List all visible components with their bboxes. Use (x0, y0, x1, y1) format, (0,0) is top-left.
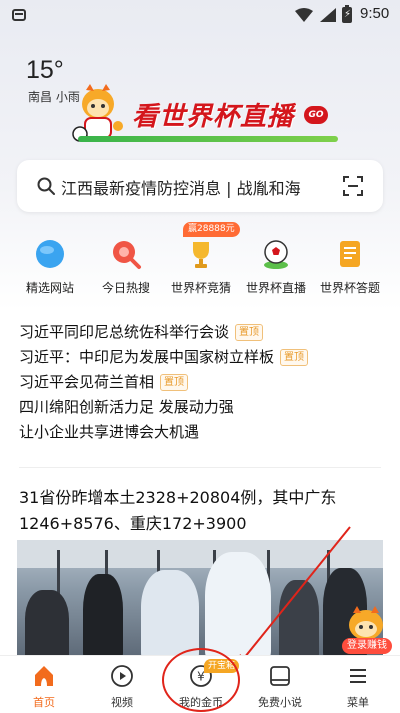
news-item[interactable]: 习近平会见荷兰首相 置顶 (19, 370, 379, 395)
status-time: 9:50 (360, 5, 390, 22)
news-item[interactable]: 让小企业共享进博会大机遇 (19, 420, 379, 445)
book-icon (270, 666, 290, 686)
news-title: 让小企业共享进博会大机遇 (19, 423, 200, 441)
nav-label: 免费小说 (258, 696, 302, 709)
notification-icon (12, 9, 26, 21)
quick-link-world-cup-live[interactable]: 世界杯直播 (236, 230, 316, 300)
quick-link-world-cup-guess[interactable]: 世界杯竞猜 (161, 230, 241, 300)
globe-icon (36, 240, 64, 268)
news-title: 习近平：中印尼为发展中国家树立样板 (19, 348, 275, 366)
quick-link-label: 今日热搜 (101, 281, 150, 295)
nav-label: 视频 (111, 696, 133, 709)
photo-person (83, 574, 123, 662)
quick-link-label: 世界杯竞猜 (170, 281, 231, 295)
nav-video[interactable]: 视频 (82, 656, 162, 713)
football-icon (264, 240, 288, 269)
quick-link-selected-sites[interactable]: 精选网站 (10, 230, 90, 300)
pinned-tag: 置顶 (160, 374, 189, 391)
prize-badge: 赢28888元 (183, 222, 240, 237)
battery-icon: ⚡ (342, 5, 352, 23)
signal-icon (320, 8, 336, 22)
nav-label: 菜单 (347, 696, 369, 709)
quick-link-label: 世界杯答题 (319, 281, 380, 295)
news-title: 四川绵阳创新活力足 发展动力强 (19, 398, 234, 416)
section-divider (19, 467, 381, 468)
banner-go-badge: GO (304, 106, 328, 124)
quiz-icon (340, 241, 360, 267)
news-title: 习近平会见荷兰首相 (19, 373, 155, 391)
photo-person (205, 552, 271, 662)
nav-menu[interactable]: 菜单 (318, 656, 398, 713)
pinned-tag: 置顶 (235, 324, 264, 341)
news-title: 习近平同印尼总统佐科举行会谈 (19, 323, 230, 341)
photo-person (279, 580, 319, 662)
quick-link-hot-search[interactable]: 今日热搜 (86, 230, 166, 300)
scan-icon[interactable] (343, 176, 363, 196)
menu-icon (350, 669, 366, 683)
news-list: 习近平同印尼总统佐科举行会谈 置顶 习近平：中印尼为发展中国家树立样板 置顶 习… (19, 320, 379, 445)
pinned-tag: 置顶 (280, 349, 309, 366)
search-icon (37, 177, 55, 195)
nav-home[interactable]: 首页 (4, 656, 84, 713)
banner-title: 看世界杯直播 (132, 102, 295, 132)
quick-links: 精选网站 今日热搜 世界杯竞猜 世界杯直播 世界杯答题 (0, 230, 400, 300)
trophy-icon (193, 242, 209, 268)
annotation-circle (162, 648, 240, 712)
earn-coins-button[interactable]: 登录赚钱 (342, 638, 392, 654)
video-icon (111, 665, 133, 687)
news-photo[interactable] (17, 540, 383, 662)
nav-free-novels[interactable]: 免费小说 (240, 656, 320, 713)
news-item[interactable]: 四川绵阳创新活力足 发展动力强 (19, 395, 379, 420)
search-bar[interactable]: 江西最新疫情防控消息 | 战胤和海 (17, 160, 383, 212)
nav-label: 首页 (33, 696, 55, 709)
quick-link-label: 世界杯直播 (245, 281, 306, 295)
weather-temperature[interactable]: 15° (26, 56, 64, 85)
hot-search-icon (113, 241, 141, 269)
feed-headline[interactable]: 31省份昨增本土2328+20804例，其中广东1246+8576、重庆172+… (19, 485, 381, 537)
search-input[interactable]: 江西最新疫情防控消息 | 战胤和海 (61, 175, 341, 199)
news-item[interactable]: 习近平同印尼总统佐科举行会谈 置顶 (19, 320, 379, 345)
news-item[interactable]: 习近平：中印尼为发展中国家树立样板 置顶 (19, 345, 379, 370)
quick-link-label: 精选网站 (25, 281, 74, 295)
quick-link-world-cup-quiz[interactable]: 世界杯答题 (310, 230, 390, 300)
photo-person (25, 590, 69, 662)
world-cup-banner[interactable]: 看世界杯直播 GO (68, 82, 340, 154)
home-icon (35, 666, 53, 686)
banner-swoosh (78, 136, 338, 142)
wifi-icon (295, 8, 313, 22)
status-bar: ⚡ 9:50 (0, 0, 400, 30)
